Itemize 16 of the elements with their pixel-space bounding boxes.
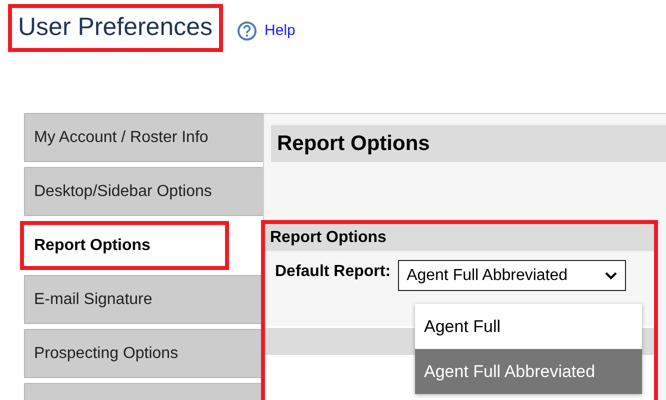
sidebar-tab[interactable]: Prospecting Options xyxy=(24,329,264,378)
dropdown-option[interactable]: Agent Full xyxy=(415,304,642,349)
sidebar-tab[interactable]: Report Options xyxy=(20,221,229,270)
page-title: User Preferences xyxy=(8,4,223,52)
panel-header: Report Options xyxy=(271,125,666,162)
select-value: Agent Full Abbreviated xyxy=(406,266,568,286)
help-icon[interactable] xyxy=(236,21,257,41)
section-header: Report Options xyxy=(265,224,654,251)
sidebar-tab[interactable]: Desktop/Sidebar Options xyxy=(24,167,264,216)
report-select[interactable]: Agent Full Abbreviated xyxy=(398,260,626,291)
help-link[interactable]: Help xyxy=(264,20,296,42)
sidebar-tab[interactable]: E-mail Signature xyxy=(24,275,264,324)
sidebar-tab[interactable]: My Account / Roster Info xyxy=(24,113,264,162)
field-label: Default Report: xyxy=(275,262,391,282)
chevron-down-icon xyxy=(604,272,617,280)
dropdown-option[interactable]: Agent Full Abbreviated xyxy=(415,349,642,394)
